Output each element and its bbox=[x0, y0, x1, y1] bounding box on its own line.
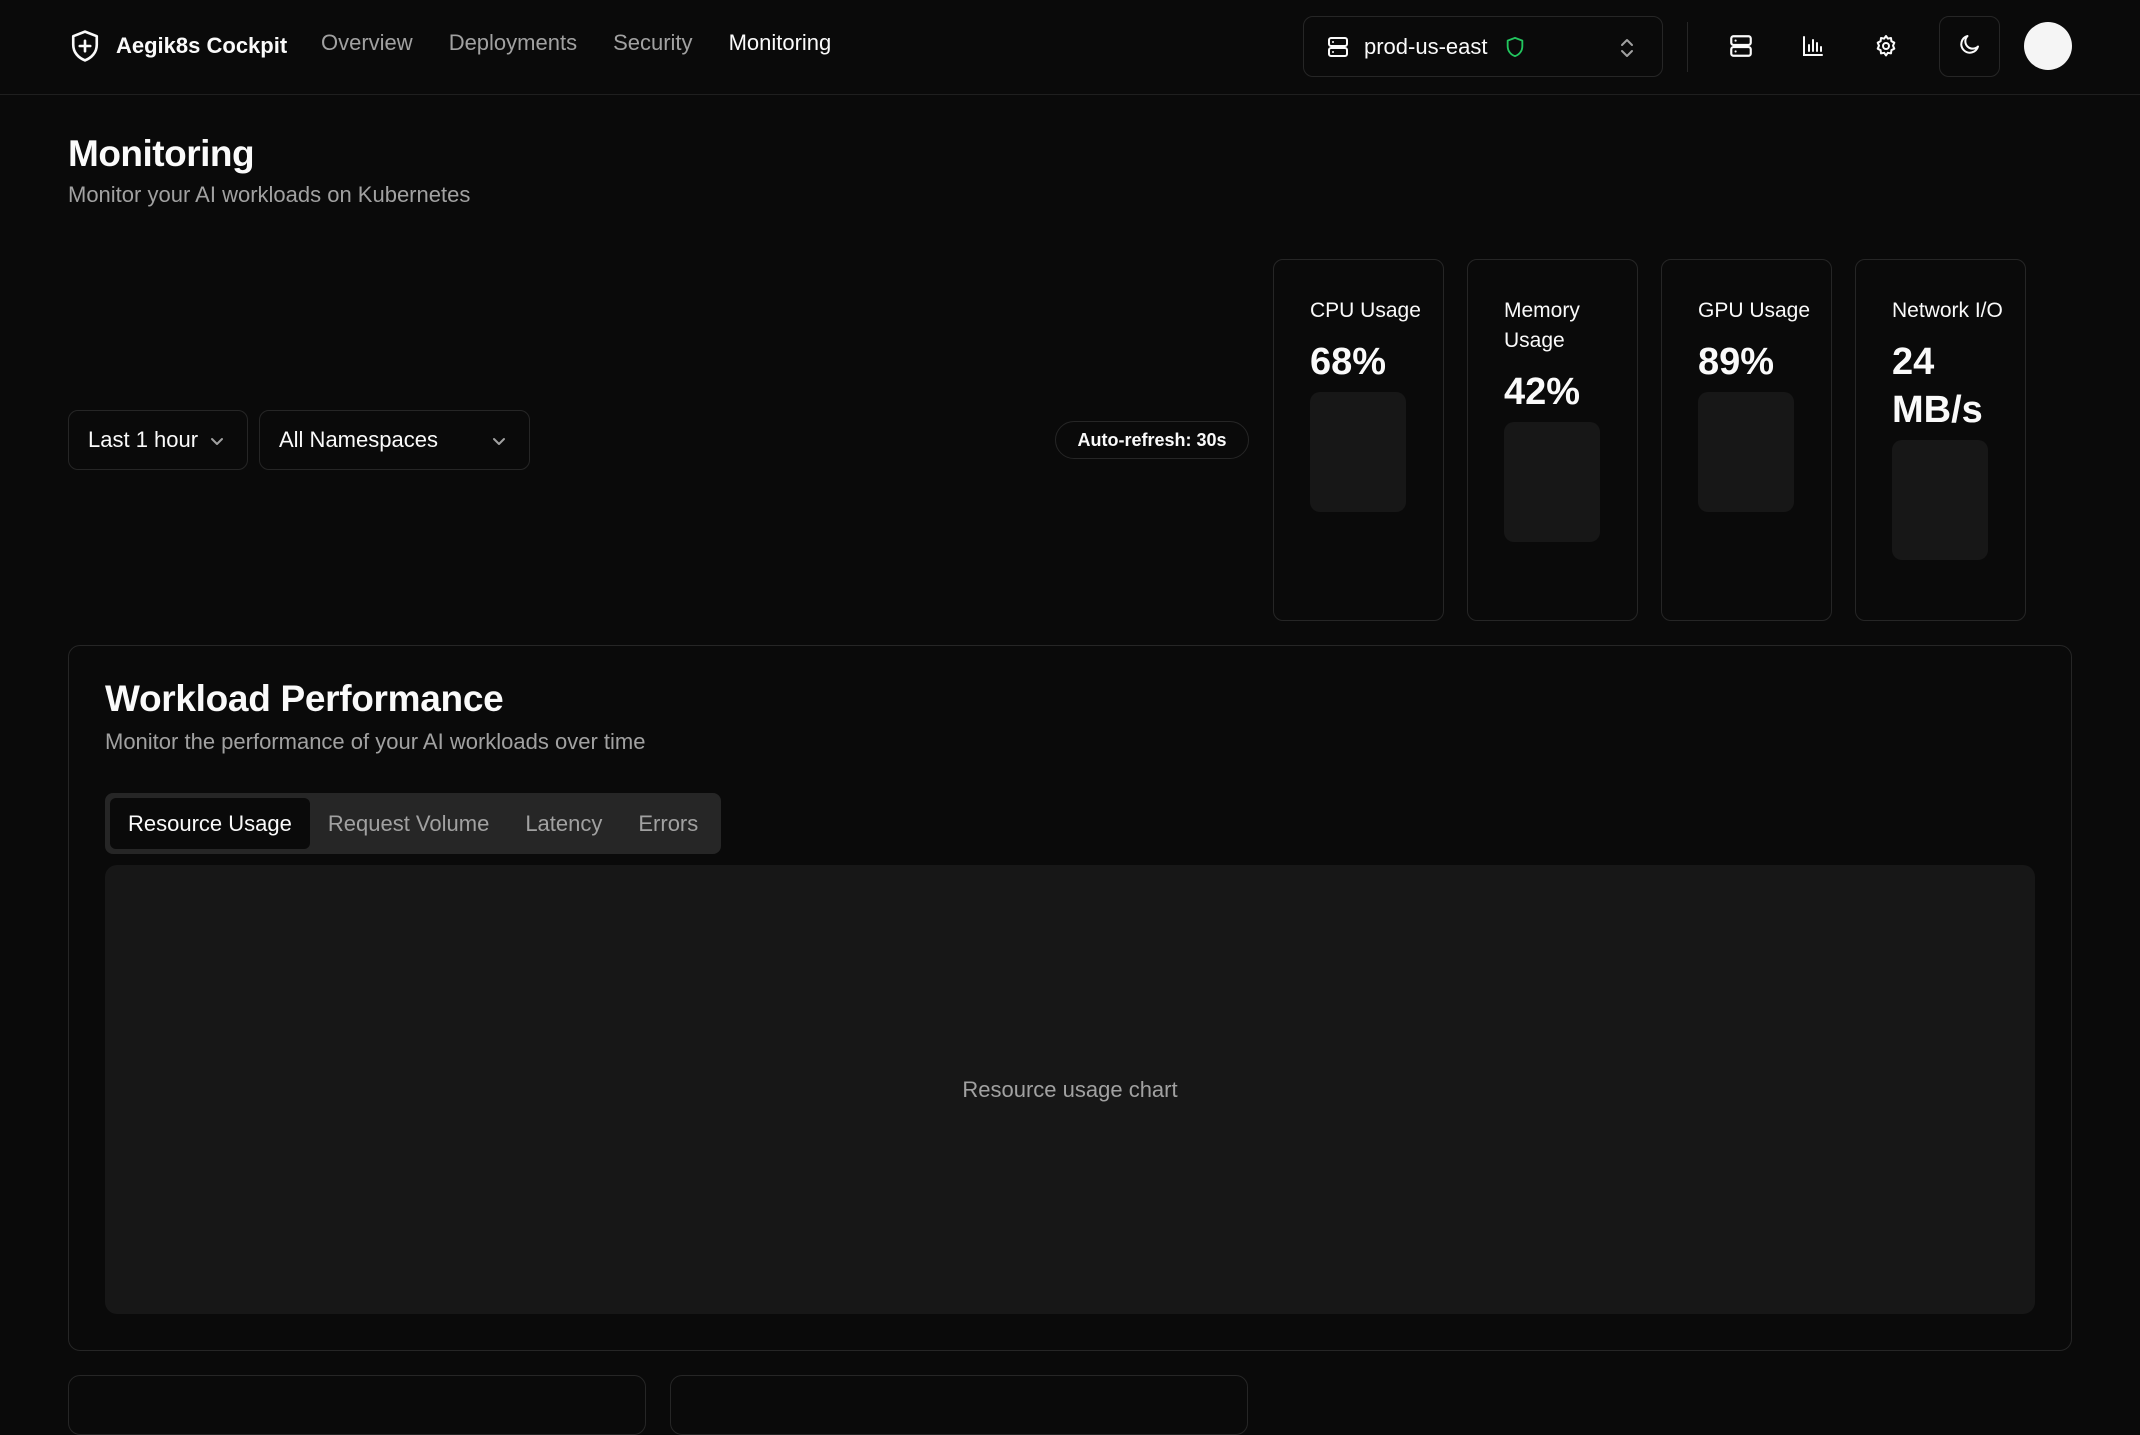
tab-request-volume[interactable]: Request Volume bbox=[310, 798, 507, 849]
page-subtitle: Monitor your AI workloads on Kubernetes bbox=[68, 182, 471, 207]
gear-icon[interactable] bbox=[1868, 28, 1904, 64]
top-header: Aegik8s Cockpit Overview Deployments Sec… bbox=[0, 0, 2140, 95]
nav-item-deployments[interactable]: Deployments bbox=[449, 30, 577, 56]
app-name: Aegik8s Cockpit bbox=[116, 33, 288, 58]
theme-toggle-button[interactable] bbox=[1939, 16, 2000, 77]
auto-refresh-badge: Auto-refresh: 30s bbox=[1055, 421, 1249, 459]
shield-check-icon bbox=[1504, 36, 1526, 58]
metric-label: Memory Usage bbox=[1504, 299, 1580, 352]
metric-sparkline bbox=[1504, 422, 1600, 542]
card-subtitle: Monitor the performance of your AI workl… bbox=[105, 729, 646, 754]
metric-card-memory: Memory Usage 42% bbox=[1467, 259, 1638, 621]
bottom-card bbox=[670, 1375, 1248, 1435]
resource-usage-chart: Resource usage chart bbox=[105, 865, 2035, 1314]
metric-value: 68% bbox=[1310, 341, 1387, 383]
metric-label: GPU Usage bbox=[1698, 299, 1811, 322]
avatar[interactable] bbox=[2024, 22, 2072, 70]
main-nav: Overview Deployments Security Monitoring bbox=[321, 30, 831, 56]
bar-chart-icon[interactable] bbox=[1795, 28, 1831, 64]
metric-value: 24 MB/s bbox=[1892, 341, 1983, 431]
nav-item-monitoring[interactable]: Monitoring bbox=[729, 30, 832, 56]
time-range-select[interactable]: Last 1 hour bbox=[68, 410, 248, 470]
namespace-value: All Namespaces bbox=[279, 427, 438, 452]
workload-performance-card: Workload Performance Monitor the perform… bbox=[68, 645, 2072, 1351]
tab-errors[interactable]: Errors bbox=[620, 798, 716, 849]
shield-plus-icon bbox=[68, 28, 102, 64]
metric-value: 89% bbox=[1698, 341, 1775, 383]
time-range-value: Last 1 hour bbox=[88, 427, 199, 452]
bottom-card bbox=[68, 1375, 646, 1435]
tab-latency[interactable]: Latency bbox=[507, 798, 620, 849]
brand[interactable]: Aegik8s Cockpit bbox=[68, 28, 287, 64]
cluster-name: prod-us-east bbox=[1364, 33, 1488, 59]
metric-label: CPU Usage bbox=[1310, 299, 1421, 322]
chevron-down-icon bbox=[207, 431, 227, 451]
tab-resource-usage[interactable]: Resource Usage bbox=[110, 798, 310, 849]
chart-placeholder: Resource usage chart bbox=[962, 1076, 1178, 1102]
metric-card-network: Network I/O 24 MB/s bbox=[1855, 259, 2026, 621]
metric-card-cpu: CPU Usage 68% bbox=[1273, 259, 1444, 621]
metric-sparkline bbox=[1892, 440, 1988, 560]
server-icon bbox=[1326, 35, 1350, 59]
nav-item-security[interactable]: Security bbox=[613, 30, 692, 56]
metric-card-gpu: GPU Usage 89% bbox=[1661, 259, 1832, 621]
server-icon[interactable] bbox=[1723, 28, 1759, 64]
card-title: Workload Performance bbox=[105, 678, 504, 719]
chevron-down-icon bbox=[489, 431, 509, 451]
metric-label: Network I/O bbox=[1892, 299, 2003, 322]
cluster-selector[interactable]: prod-us-east bbox=[1303, 16, 1663, 77]
metric-value: 42% bbox=[1504, 371, 1581, 413]
namespace-select[interactable]: All Namespaces bbox=[259, 410, 530, 470]
metric-sparkline bbox=[1698, 392, 1794, 512]
chevrons-up-down-icon bbox=[1618, 36, 1636, 60]
performance-tabs: Resource Usage Request Volume Latency Er… bbox=[105, 793, 722, 854]
nav-item-overview[interactable]: Overview bbox=[321, 30, 413, 56]
page-title: Monitoring bbox=[68, 133, 255, 174]
moon-icon bbox=[1958, 32, 1982, 61]
metric-sparkline bbox=[1310, 392, 1406, 512]
header-divider bbox=[1687, 22, 1688, 72]
